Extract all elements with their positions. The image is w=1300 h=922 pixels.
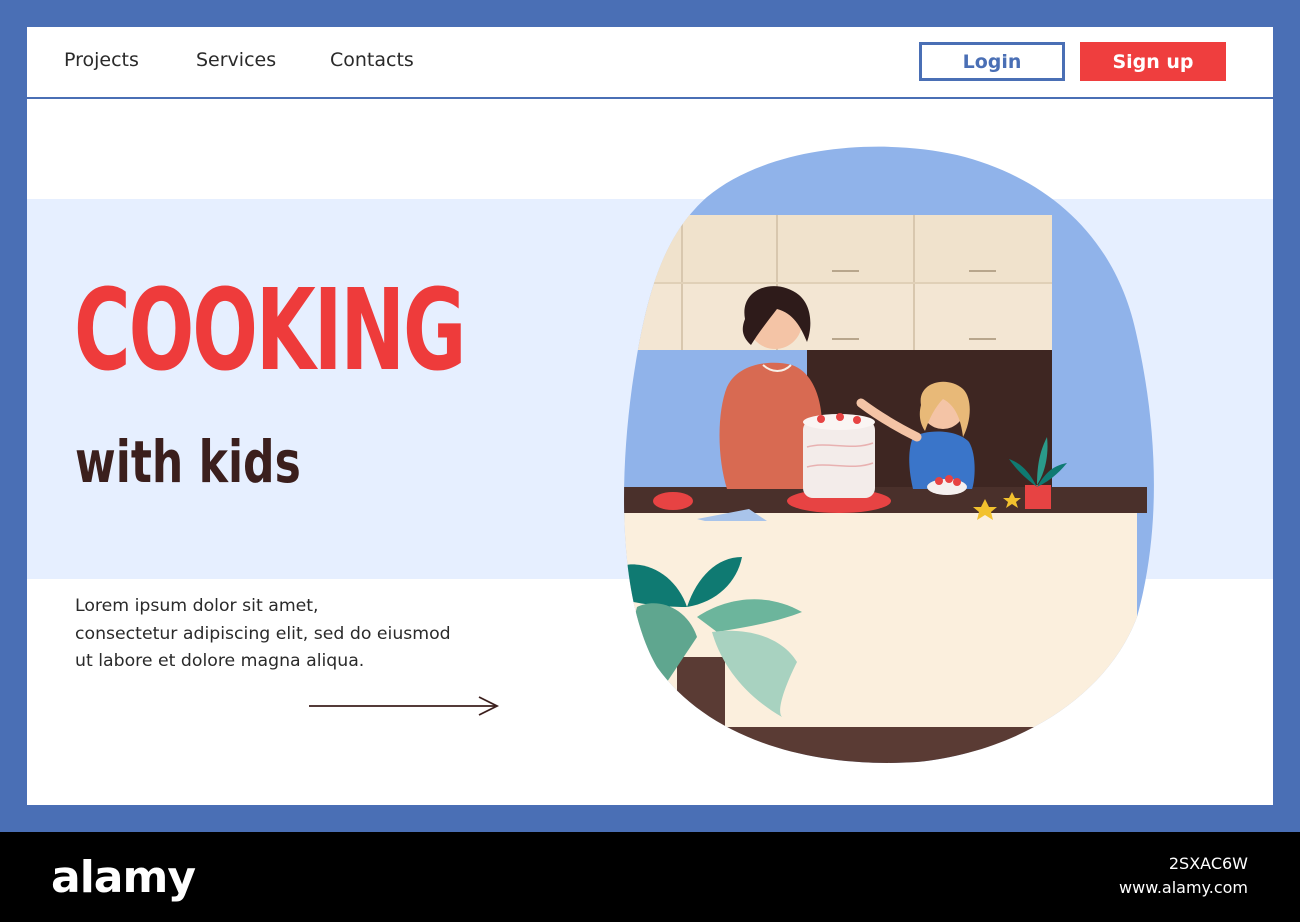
foreground-plant-trunk [677,657,725,763]
stock-url-label: www.alamy.com [1119,878,1248,897]
hero-description-line: consectetur adipiscing elit, sed do eius… [75,623,451,644]
cake [803,420,875,498]
arrow-right-icon[interactable] [307,695,501,717]
floor [624,727,1154,763]
nav-projects-link[interactable]: Projects [64,49,139,71]
plant-pot [1025,485,1051,509]
signup-button[interactable]: Sign up [1080,42,1226,81]
top-navigation-bar: Projects Services Contacts Login Sign up [27,27,1273,99]
hero-subtitle: with kids [75,428,301,496]
red-bowl [653,492,693,510]
landing-page-frame: Projects Services Contacts Login Sign up… [27,27,1273,805]
counter-body [624,513,1137,753]
kitchen-illustration [624,146,1154,763]
hero-description-line: ut labore et dolore magna aliqua. [75,651,365,671]
stock-footer-bar: alamy 2SXAC6W www.alamy.com [0,832,1300,922]
upper-cabinet-top [637,215,1052,283]
image-id-label: 2SXAC6W [1168,854,1248,873]
nav-contacts-link[interactable]: Contacts [330,49,414,71]
login-button[interactable]: Login [919,42,1065,81]
hero-description: Lorem ipsum dolor sit amet, consectetur … [75,593,535,676]
hero-description-line: Lorem ipsum dolor sit amet, [75,596,319,616]
hero-title: COOKING [74,266,466,396]
nav-services-link[interactable]: Services [196,49,276,71]
stock-logo: alamy [51,852,196,903]
